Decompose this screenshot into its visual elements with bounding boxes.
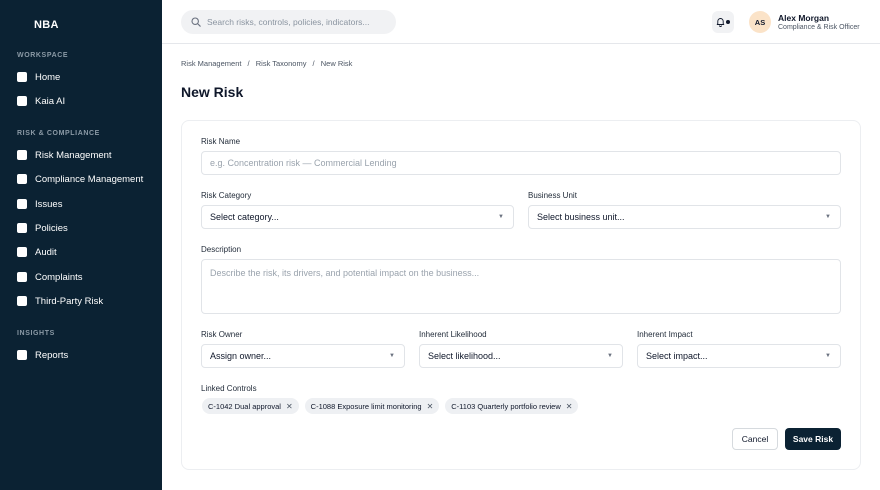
sidebar-item-label: Home bbox=[35, 71, 61, 83]
policies-icon bbox=[17, 223, 27, 233]
section-risk-compliance: RISK & COMPLIANCE bbox=[17, 130, 100, 137]
bell-icon bbox=[716, 18, 725, 27]
risk-category-value: Select category... bbox=[210, 212, 279, 222]
risk-owner-value: Assign owner... bbox=[210, 351, 272, 361]
breadcrumb-separator: / bbox=[247, 59, 250, 68]
breadcrumb-risk-taxonomy[interactable]: Risk Taxonomy bbox=[256, 59, 307, 68]
cancel-button[interactable]: Cancel bbox=[732, 428, 778, 450]
search-bar[interactable] bbox=[181, 10, 396, 34]
control-chip-label: C-1088 Exposure limit monitoring bbox=[310, 401, 422, 411]
risk-category-select[interactable]: Select category... ▼ bbox=[201, 205, 514, 229]
business-unit-label: Business Unit bbox=[528, 191, 577, 200]
linked-controls-list: C-1042 Dual approval ✕ C-1088 Exposure l… bbox=[202, 398, 579, 414]
business-unit-select[interactable]: Select business unit... ▼ bbox=[528, 205, 841, 229]
sidebar-item-reports[interactable]: Reports bbox=[17, 346, 68, 364]
notifications-button[interactable] bbox=[712, 11, 734, 33]
sidebar-item-issues[interactable]: Issues bbox=[17, 195, 62, 213]
sidebar-item-audit[interactable]: Audit bbox=[17, 243, 57, 261]
sidebar-item-complaints[interactable]: Complaints bbox=[17, 268, 83, 286]
sidebar-item-label: Reports bbox=[35, 349, 69, 361]
section-insights: INSIGHTS bbox=[17, 330, 55, 337]
page-title: New Risk bbox=[181, 84, 244, 100]
search-input[interactable] bbox=[207, 17, 387, 27]
issues-icon bbox=[17, 199, 27, 209]
chevron-down-icon: ▼ bbox=[825, 353, 831, 359]
sidebar-item-third-party-risk[interactable]: Third-Party Risk bbox=[17, 292, 103, 310]
third-party-icon bbox=[17, 296, 27, 306]
description-label: Description bbox=[201, 245, 242, 254]
compliance-icon bbox=[17, 174, 27, 184]
complaints-icon bbox=[17, 272, 27, 282]
user-role: Compliance & Risk Officer bbox=[778, 24, 860, 31]
breadcrumb: Risk Management / Risk Taxonomy / New Ri… bbox=[181, 59, 356, 68]
sidebar-item-label: Complaints bbox=[35, 271, 83, 283]
control-chip-label: C-1042 Dual approval bbox=[208, 401, 281, 411]
avatar[interactable]: AS bbox=[749, 11, 771, 33]
breadcrumb-risk-management[interactable]: Risk Management bbox=[181, 59, 241, 68]
risk-icon bbox=[17, 150, 27, 160]
sidebar-item-risk-management[interactable]: Risk Management bbox=[17, 146, 112, 164]
risk-category-label: Risk Category bbox=[201, 191, 252, 200]
risk-name-input[interactable] bbox=[210, 158, 840, 168]
description-field[interactable] bbox=[201, 259, 841, 314]
description-input[interactable] bbox=[210, 268, 832, 305]
sidebar-item-kaia-ai[interactable]: Kaia AI bbox=[17, 92, 65, 110]
brand-logo[interactable]: NBA bbox=[34, 19, 59, 31]
ai-icon bbox=[17, 96, 27, 106]
risk-name-field[interactable] bbox=[201, 151, 841, 175]
likelihood-value: Select likelihood... bbox=[428, 351, 501, 361]
sidebar-item-label: Third-Party Risk bbox=[35, 295, 104, 307]
likelihood-label: Inherent Likelihood bbox=[419, 330, 487, 339]
sidebar-item-label: Audit bbox=[35, 246, 57, 258]
reports-icon bbox=[17, 350, 27, 360]
audit-icon bbox=[17, 247, 27, 257]
risk-owner-label: Risk Owner bbox=[201, 330, 243, 339]
sidebar-item-policies[interactable]: Policies bbox=[17, 219, 68, 237]
control-chip[interactable]: C-1042 Dual approval ✕ bbox=[202, 398, 299, 414]
sidebar-item-label: Kaia AI bbox=[35, 95, 66, 107]
sidebar-item-compliance-management[interactable]: Compliance Management bbox=[17, 170, 143, 188]
save-risk-button[interactable]: Save Risk bbox=[785, 428, 841, 450]
linked-controls-label: Linked Controls bbox=[201, 384, 257, 393]
sidebar-item-home[interactable]: Home bbox=[17, 68, 60, 86]
search-icon bbox=[191, 17, 201, 27]
notification-dot bbox=[726, 20, 730, 24]
close-icon[interactable]: ✕ bbox=[286, 402, 293, 411]
control-chip-label: C-1103 Quarterly portfolio review bbox=[451, 401, 561, 411]
home-icon bbox=[17, 72, 27, 82]
sidebar-item-label: Policies bbox=[35, 222, 68, 234]
new-risk-form: Risk Name Risk Category Select category.… bbox=[181, 120, 861, 470]
control-chip[interactable]: C-1103 Quarterly portfolio review ✕ bbox=[445, 398, 579, 414]
breadcrumb-current: New Risk bbox=[320, 59, 353, 68]
business-unit-value: Select business unit... bbox=[537, 212, 625, 222]
chevron-down-icon: ▼ bbox=[607, 353, 613, 359]
impact-value: Select impact... bbox=[646, 351, 708, 361]
close-icon[interactable]: ✕ bbox=[566, 402, 573, 411]
sidebar-item-label: Risk Management bbox=[35, 149, 112, 161]
chevron-down-icon: ▼ bbox=[825, 214, 831, 220]
topbar: AS Alex Morgan Compliance & Risk Officer bbox=[162, 0, 880, 44]
control-chip[interactable]: C-1088 Exposure limit monitoring ✕ bbox=[304, 398, 440, 414]
risk-name-label: Risk Name bbox=[201, 137, 241, 146]
breadcrumb-separator: / bbox=[312, 59, 315, 68]
section-workspace: WORKSPACE bbox=[17, 52, 69, 59]
user-name: Alex Morgan bbox=[778, 13, 830, 23]
chevron-down-icon: ▼ bbox=[498, 214, 504, 220]
close-icon[interactable]: ✕ bbox=[427, 402, 434, 411]
sidebar: NBA WORKSPACE Home Kaia AI RISK & COMPLI… bbox=[0, 0, 162, 490]
risk-owner-select[interactable]: Assign owner... ▼ bbox=[201, 344, 405, 368]
impact-label: Inherent Impact bbox=[637, 330, 693, 339]
impact-select[interactable]: Select impact... ▼ bbox=[637, 344, 841, 368]
sidebar-item-label: Issues bbox=[35, 198, 63, 210]
chevron-down-icon: ▼ bbox=[389, 353, 395, 359]
likelihood-select[interactable]: Select likelihood... ▼ bbox=[419, 344, 623, 368]
sidebar-item-label: Compliance Management bbox=[35, 173, 144, 185]
